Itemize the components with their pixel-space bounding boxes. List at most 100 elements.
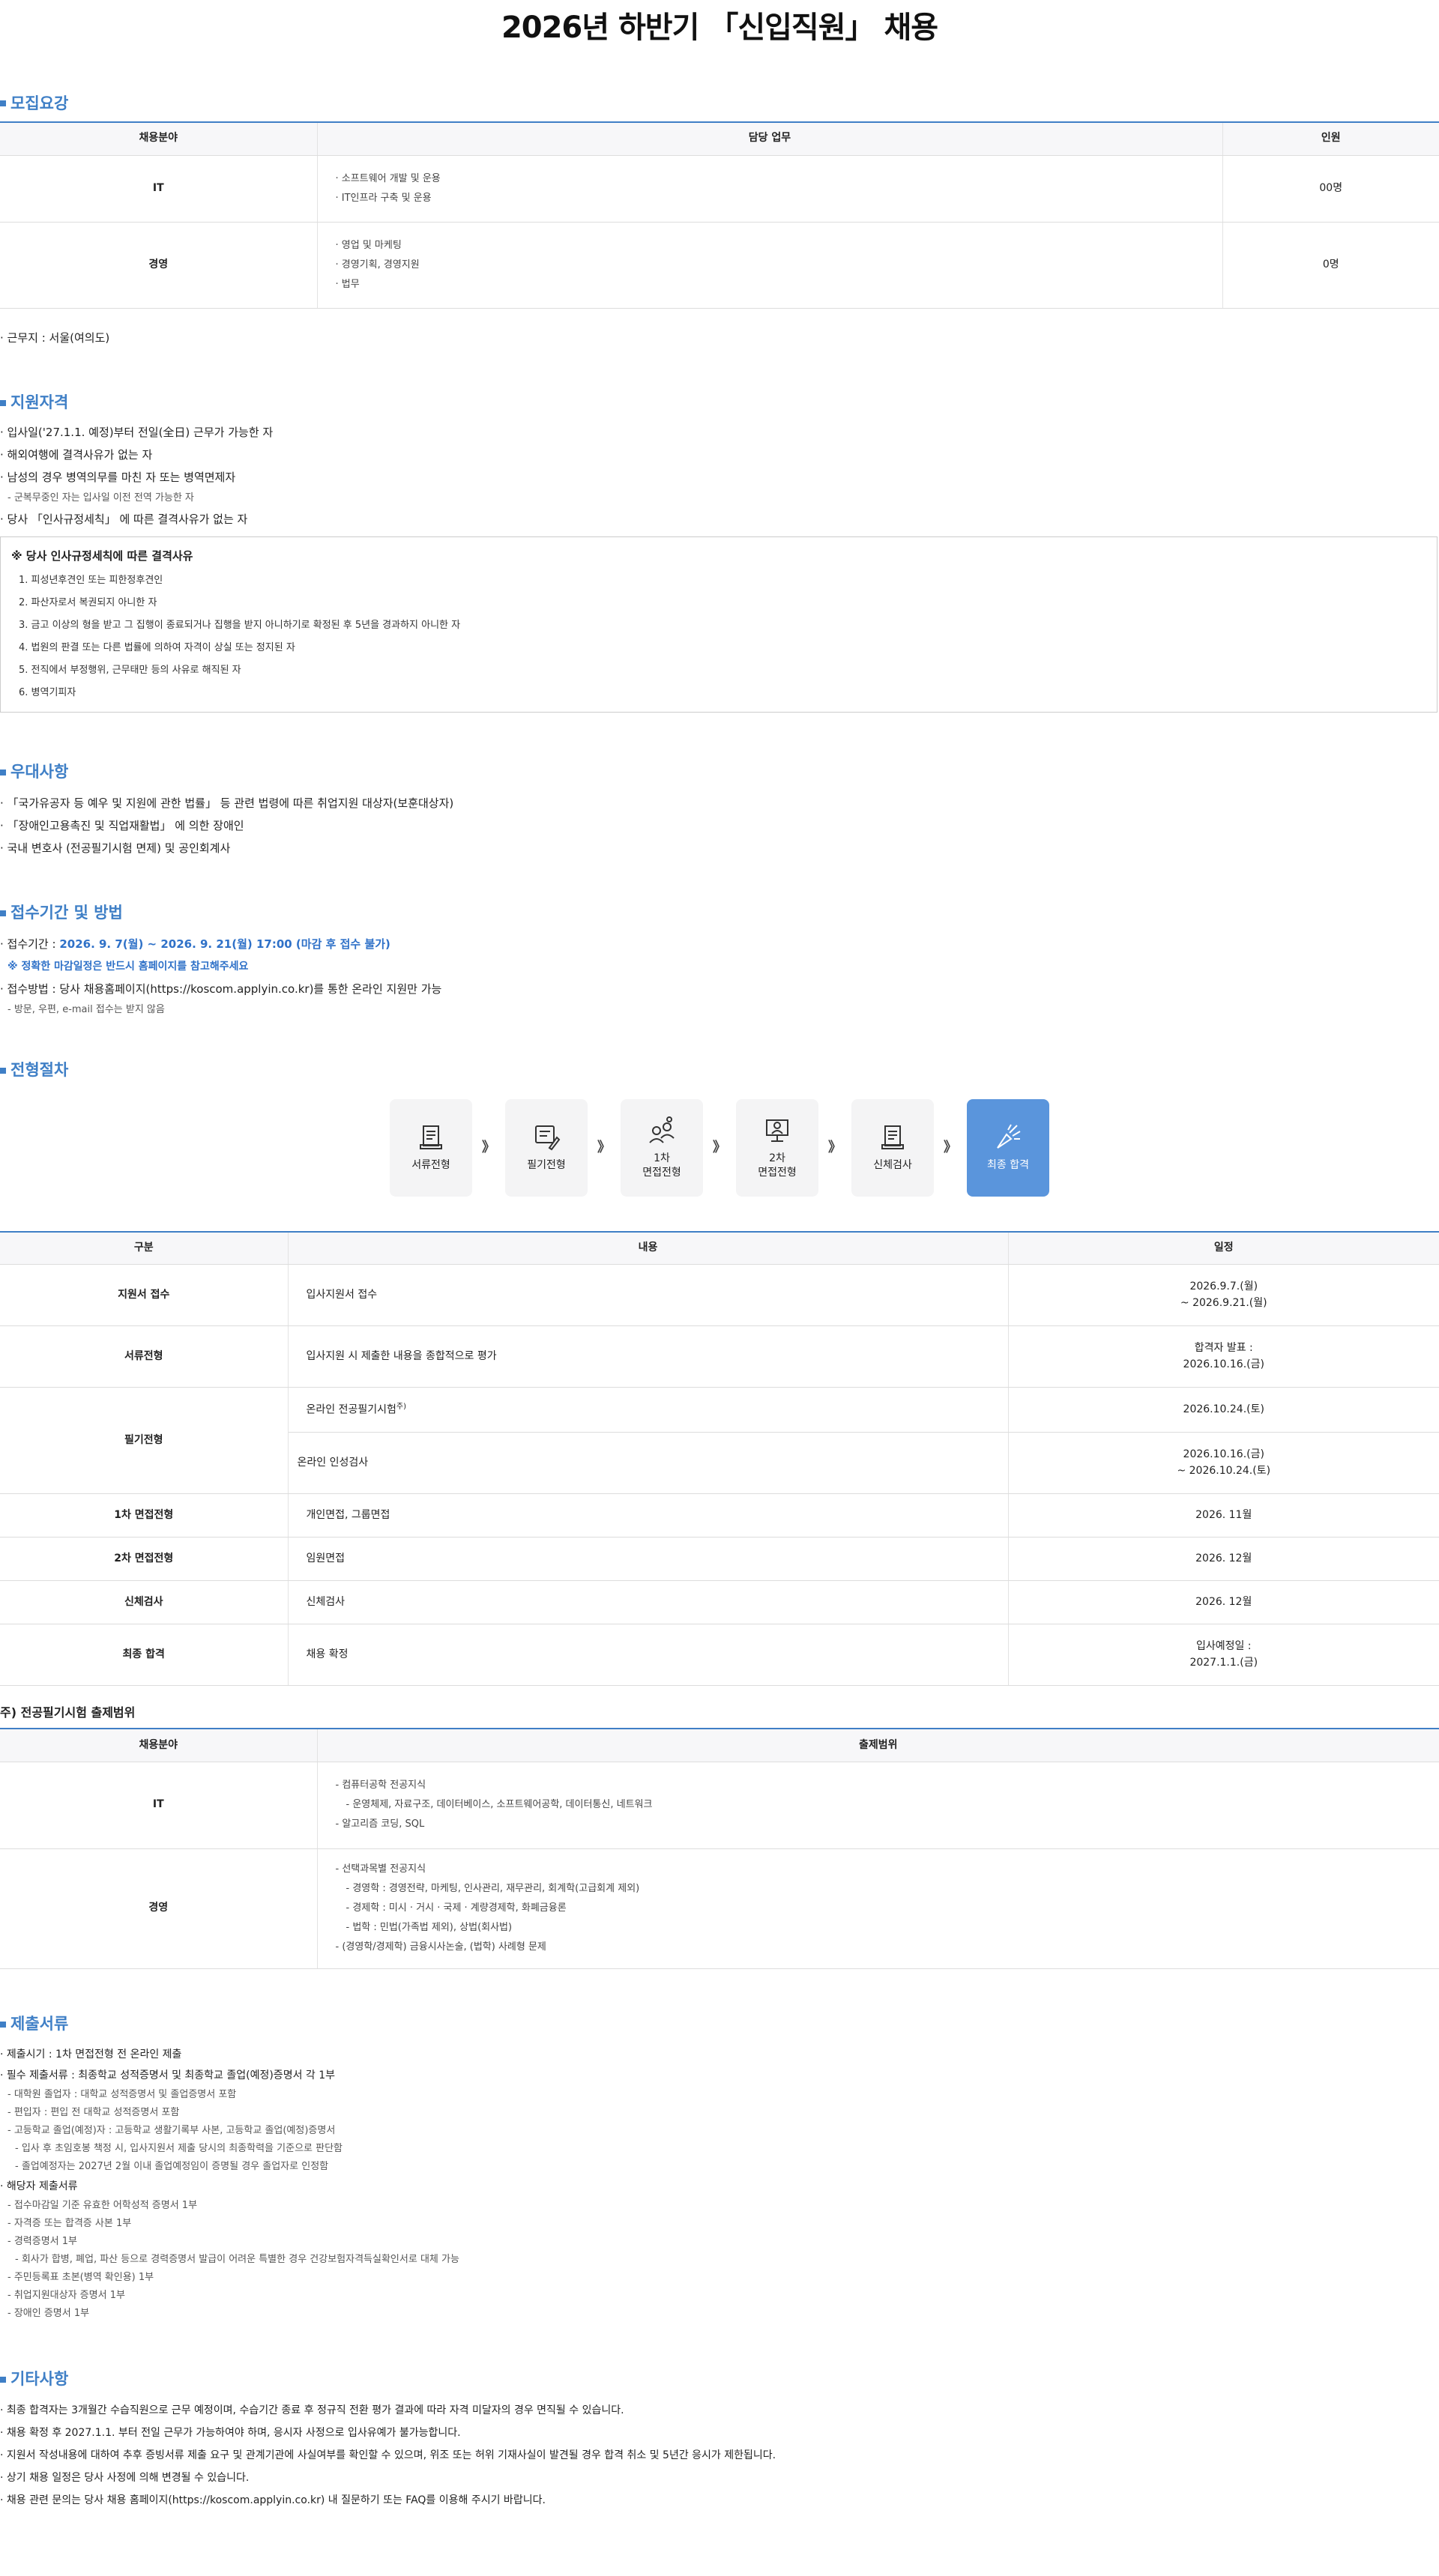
table-row: IT - 컴퓨터공학 전공지식 - 운영체제, 자료구조, 데이터베이스, 소프… <box>0 1762 1439 1849</box>
table-row: 서류전형 입사지원 시 제출한 내용을 종합적으로 평가 합격자 발표 : 202… <box>0 1325 1439 1388</box>
preference-section: 우대사항 · 「국가유공자 등 예우 및 지원에 관한 법률」 등 관련 법령에… <box>0 759 1439 859</box>
document-item: - 취업지원대상자 증명서 1부 <box>7 2289 125 2301</box>
recruit-section: 모집요강 채용분야 담당 업무 인원 IT · 소프트웨어 개발 및 운용 · … <box>0 90 1439 349</box>
table-row: 2차 면접전형 임원면접 2026. 12월 <box>0 1537 1439 1582</box>
exam-scope-item: - 컴퓨터공학 전공지식 <box>335 1780 426 1792</box>
process-table: 구분 내용 일정 지원서 접수 입사지원서 접수 2026.9.7.(월) ~ 2… <box>0 1231 1439 1687</box>
process-schedule: 2026. 11월 <box>1008 1493 1439 1538</box>
bullet-square-icon <box>0 2021 6 2028</box>
process-stage: 지원서 접수 <box>0 1264 289 1327</box>
process-content: 개인면접, 그룹면접 <box>288 1493 1009 1538</box>
table-row: IT · 소프트웨어 개발 및 운용 · IT인프라 구축 및 운용 00명 <box>0 155 1439 223</box>
document-item: · 제출시기 : 1차 면접전형 전 온라인 제출 <box>0 2048 182 2061</box>
bullet-square-icon <box>0 769 6 775</box>
bullet-square-icon <box>0 1067 6 1074</box>
table-row: 필기전형 온라인 전공필기시험주) 2026.10.24.(토) <box>0 1387 1439 1495</box>
arrow-icon: 》 <box>944 1139 957 1155</box>
work-location: · 근무지 : 서울(여의도) <box>0 330 110 345</box>
exam-scope-item: - 법학 : 민법(가족법 제외), 상법(회사법) <box>346 1922 513 1934</box>
arrow-icon: 》 <box>597 1139 611 1155</box>
application-section: 접수기간 및 방법 · 접수기간 : 2026. 9. 7(월) ~ 2026.… <box>0 900 1439 1020</box>
process-schedule: 2026. 12월 <box>1008 1537 1439 1582</box>
recruit-field: IT <box>0 155 318 223</box>
process-stage: 2차 면접전형 <box>0 1537 289 1582</box>
process-content: 채용 확정 <box>288 1624 1009 1687</box>
exam-scope-table: 채용분야 출제범위 IT - 컴퓨터공학 전공지식 - 운영체제, 자료구조, … <box>0 1728 1439 1969</box>
document-icon <box>420 1125 442 1150</box>
process-stage: 신체검사 <box>0 1580 289 1625</box>
arrow-icon: 》 <box>713 1139 726 1155</box>
application-heading: 접수기간 및 방법 <box>0 900 1439 927</box>
process-header-content: 내용 <box>288 1231 1009 1266</box>
table-row: 신체검사 신체검사 2026. 12월 <box>0 1580 1439 1625</box>
recruit-header-duty: 담당 업무 <box>317 122 1223 156</box>
arrow-icon: 》 <box>828 1139 842 1155</box>
recruit-count: 0명 <box>1222 222 1439 309</box>
deadline-note: ※ 정확한 마감일정은 반드시 홈페이지를 참고해주세요 <box>7 960 249 973</box>
application-period: · 접수기간 : 2026. 9. 7(월) ~ 2026. 9. 21(월) … <box>0 937 390 951</box>
disqualification-title: ※ 당사 인사규정세칙에 따른 결격사유 <box>11 548 193 563</box>
duty-item: · IT인프라 구축 및 운용 <box>335 192 432 204</box>
exam-header-field: 채용분야 <box>0 1729 318 1762</box>
process-schedule: 2026. 12월 <box>1008 1580 1439 1625</box>
exam-scope-item: - 경영학 : 경영전략, 마케팅, 인사관리, 재무관리, 회계학(고급회계 … <box>346 1883 640 1895</box>
table-row: 경영 · 영업 및 마케팅 · 경영기획, 경영지원 · 법무 0명 <box>0 222 1439 309</box>
process-section: 전형절차 서류전형 》 필기전형 》 1차 면접전형 》 2차 면접전형 》 신… <box>0 1057 1439 1687</box>
exam-scope-item: - 알고리즘 코딩, SQL <box>335 1818 425 1830</box>
table-row: 1차 면접전형 개인면접, 그룹면접 2026. 11월 <box>0 1493 1439 1538</box>
preference-item: · 「국가유공자 등 예우 및 지원에 관한 법률」 등 관련 법령에 따른 취… <box>0 796 454 810</box>
step-checkup: 신체검사 <box>851 1098 934 1197</box>
exam-field: 경영 <box>0 1848 318 1969</box>
exam-scope-section: 주) 전공필기시험 출제범위 채용분야 출제범위 IT - 컴퓨터공학 전공지식… <box>0 1698 1439 1969</box>
document-item: - 회사가 합병, 폐업, 파산 등으로 경력증명서 발급이 어려운 특별한 경… <box>15 2253 459 2265</box>
preference-item: · 「장애인고용촉진 및 직업재활법」 에 의한 장애인 <box>0 818 244 832</box>
document-item: - 고등학교 졸업(예정)자 : 고등학교 생활기록부 사본, 고등학교 졸업(… <box>7 2124 336 2136</box>
step-written: 필기전형 <box>505 1098 588 1197</box>
qualification-item: · 입사일('27.1.1. 예정)부터 전일(全日) 근무가 가능한 자 <box>0 425 274 439</box>
process-content: 온라인 전공필기시험주) <box>288 1387 1009 1433</box>
process-schedule: 2027.1.1.(금) <box>1189 1656 1258 1669</box>
documents-section: 제출서류 · 제출시기 : 1차 면접전형 전 온라인 제출 · 필수 제출서류 … <box>0 2011 1439 2323</box>
disqualification-item: 1. 피성년후견인 또는 피한정후견인 <box>19 574 163 586</box>
footnote-mark: 주) <box>396 1403 406 1412</box>
exam-scope-item: - 선택과목별 전공지식 <box>335 1863 426 1875</box>
bullet-square-icon <box>0 100 6 106</box>
checkup-icon <box>881 1125 904 1150</box>
etc-section: 기타사항 · 최종 합격자는 3개월간 수습직원으로 근무 예정이며, 수습기간… <box>0 2366 1439 2512</box>
etc-item: · 채용 관련 문의는 당사 채용 홈페이지(https://koscom.ap… <box>0 2494 546 2506</box>
process-schedule: 합격자 발표 : <box>1194 1342 1253 1355</box>
disqualification-item: 5. 전직에서 부정행위, 근무태만 등의 사유로 해직된 자 <box>19 664 241 676</box>
process-content: 온라인 인성검사 <box>288 1432 1009 1495</box>
process-schedule: ~ 2026.9.21.(월) <box>1180 1296 1267 1309</box>
recruit-table: 채용분야 담당 업무 인원 IT · 소프트웨어 개발 및 운용 · IT인프라… <box>0 121 1439 309</box>
recruit-header-field: 채용분야 <box>0 122 318 156</box>
process-stage: 서류전형 <box>0 1325 289 1388</box>
bullet-square-icon <box>0 910 6 916</box>
document-item: - 졸업예정자는 2027년 2월 이내 졸업예정임이 증명될 경우 졸업자로 … <box>15 2160 329 2172</box>
process-content: 신체검사 <box>288 1580 1009 1625</box>
recruit-field: 경영 <box>0 222 318 309</box>
document-item: · 해당자 제출서류 <box>0 2180 78 2192</box>
qualification-section: 지원자격 · 입사일('27.1.1. 예정)부터 전일(全日) 근무가 가능한… <box>0 390 1439 713</box>
disqualification-box: ※ 당사 인사규정세칙에 따른 결격사유 1. 피성년후견인 또는 피한정후견인… <box>0 536 1438 713</box>
step-final: 최종 합격 <box>967 1098 1049 1197</box>
duty-item: · 영업 및 마케팅 <box>335 239 402 251</box>
etc-item: · 상기 채용 일정은 당사 사정에 의해 변경될 수 있습니다. <box>0 2471 250 2484</box>
process-content: 입사지원서 접수 <box>288 1264 1009 1327</box>
documents-list: · 제출시기 : 1차 면접전형 전 온라인 제출 · 필수 제출서류 : 최종학… <box>0 2044 1439 2323</box>
process-header-stage: 구분 <box>0 1231 289 1266</box>
recruit-header-count: 인원 <box>1222 122 1439 156</box>
duty-item: · 소프트웨어 개발 및 운용 <box>335 172 441 184</box>
application-period-value: 2026. 9. 7(월) ~ 2026. 9. 21(월) 17:00 (마감… <box>59 937 390 951</box>
application-method: · 접수방법 : 당사 채용홈페이지(https://koscom.applyi… <box>0 982 442 996</box>
document-item: - 주민등록표 초본(병역 확인용) 1부 <box>7 2271 154 2283</box>
process-content: 입사지원 시 제출한 내용을 종합적으로 평가 <box>288 1325 1009 1388</box>
exam-field: IT <box>0 1762 318 1849</box>
document-item: - 장애인 증명서 1부 <box>7 2307 90 2319</box>
document-item: - 편입자 : 편입 전 대학교 성적증명서 포함 <box>7 2106 180 2118</box>
arrow-icon: 》 <box>482 1139 495 1155</box>
etc-item: · 최종 합격자는 3개월간 수습직원으로 근무 예정이며, 수습기간 종료 후… <box>0 2404 624 2416</box>
exam-header-scope: 출제범위 <box>317 1729 1439 1762</box>
process-content: 임원면접 <box>288 1537 1009 1582</box>
document-item: - 대학원 졸업자 : 대학교 성적증명서 및 졸업증명서 포함 <box>7 2088 237 2100</box>
